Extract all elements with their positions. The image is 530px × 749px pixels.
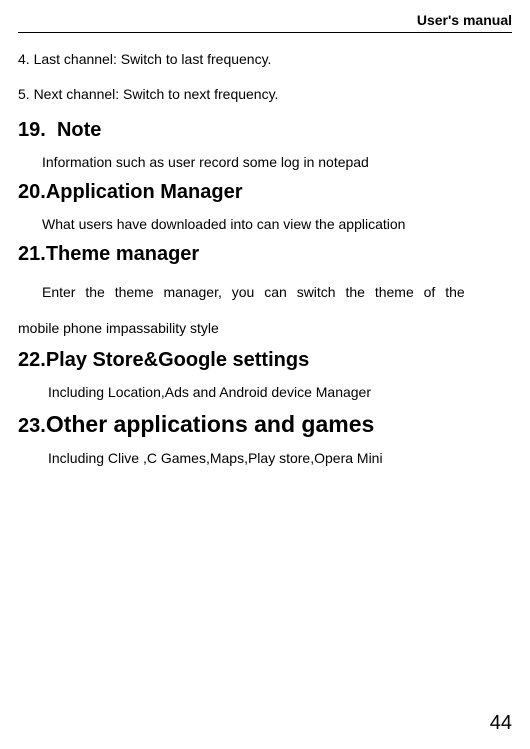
section-heading-22: 22.Play Store&Google settings <box>18 349 512 372</box>
section-title-19: Note <box>57 119 101 141</box>
section-heading-21: 21.Theme manager <box>18 243 512 266</box>
section-desc-21: Enter the theme manager, you can switch … <box>18 276 512 345</box>
body-text-line-5: 5. Next channel: Switch to next frequenc… <box>18 84 512 105</box>
section-heading-19: 19. Note <box>18 119 512 142</box>
header-title: User's manual <box>417 12 512 28</box>
section-title-23: Other applications and games <box>46 411 374 437</box>
body-text-line-4: 4. Last channel: Switch to last frequenc… <box>18 49 512 70</box>
page-header: User's manual <box>18 12 512 33</box>
section-desc-21-line1: Enter the theme manager, you can switch … <box>18 276 512 310</box>
section-title-22: Play Store&Google settings <box>46 349 309 371</box>
section-title-21: Theme manager <box>46 243 199 265</box>
section-desc-21-line2: mobile phone impassability style <box>18 312 512 346</box>
section-title-20: Application Manager <box>46 181 243 203</box>
section-number-20: 20. <box>18 181 46 203</box>
section-number-22: 22. <box>18 349 46 371</box>
section-heading-23: 23.Other applications and games <box>18 411 512 438</box>
section-number-23: 23. <box>18 415 46 437</box>
section-number-19: 19. <box>18 119 46 141</box>
section-desc-23: Including Clive ,C Games,Maps,Play store… <box>48 448 512 469</box>
section-desc-22: Including Location,Ads and Android devic… <box>48 382 512 403</box>
section-heading-20: 20.Application Manager <box>18 181 512 204</box>
section-number-21: 21. <box>18 243 46 265</box>
section-desc-20: What users have downloaded into can view… <box>42 214 512 235</box>
page-number: 44 <box>490 712 512 735</box>
section-desc-19: Information such as user record some log… <box>42 152 512 173</box>
